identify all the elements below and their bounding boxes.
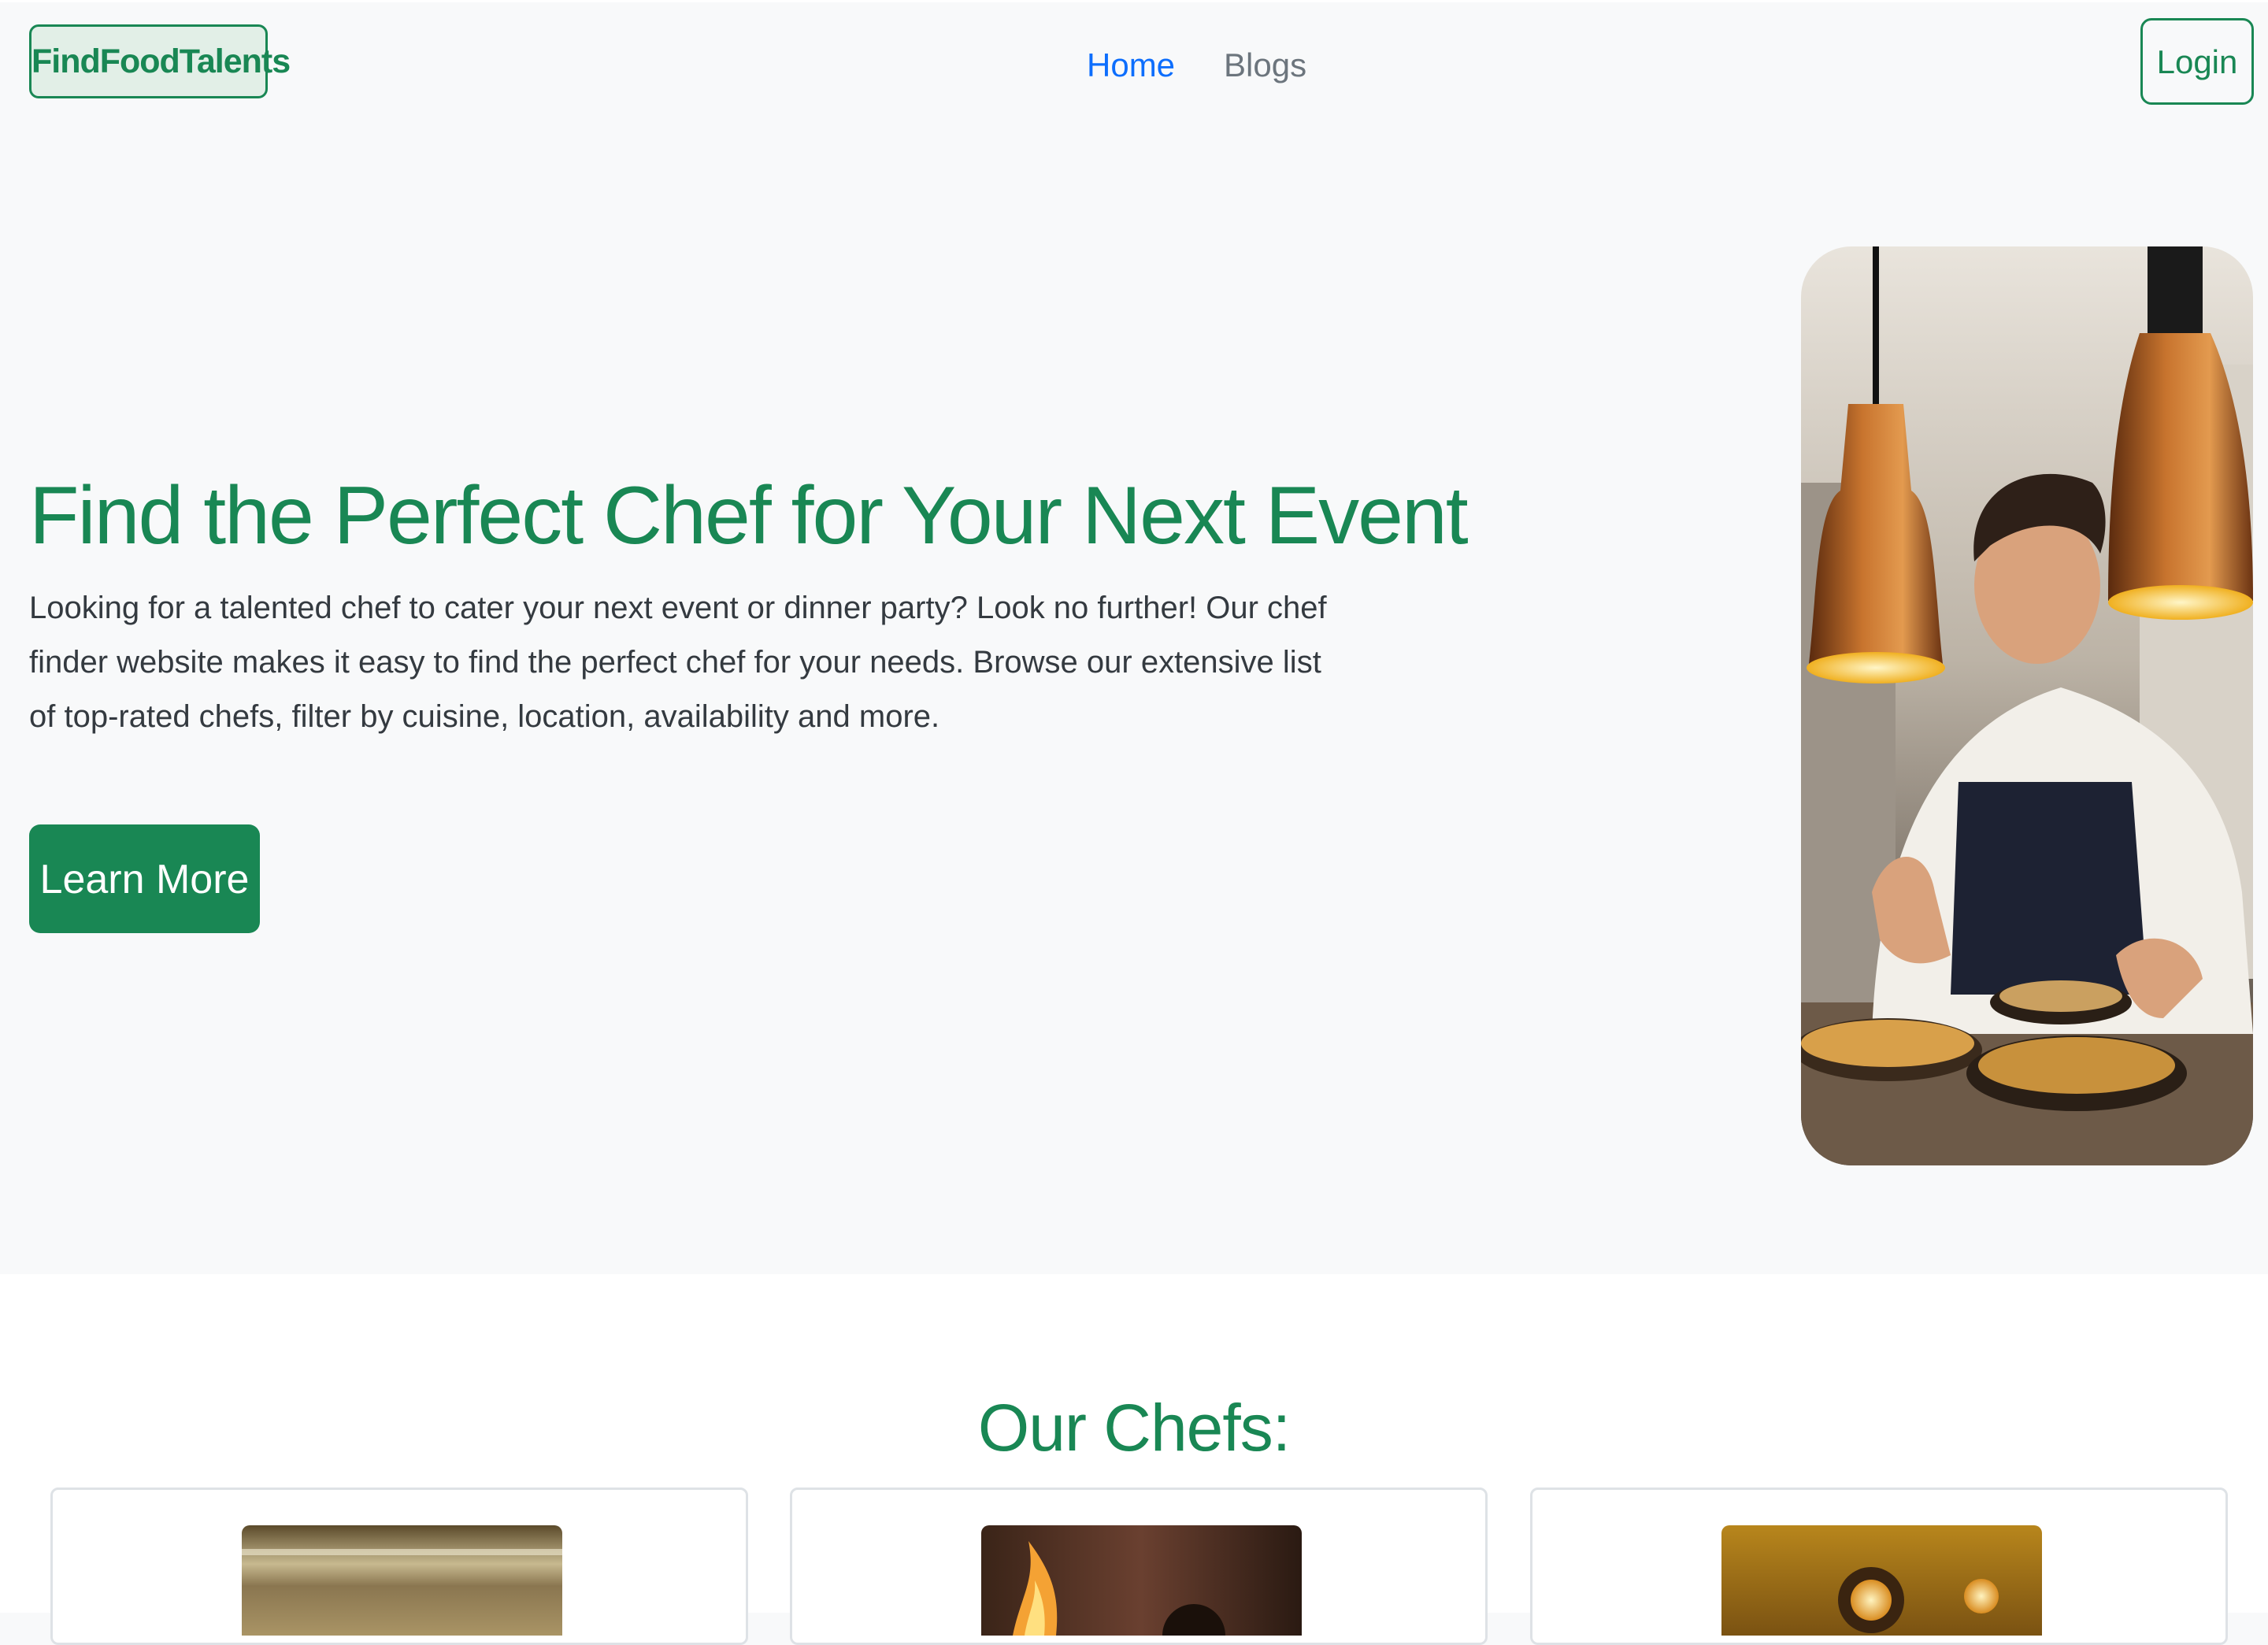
chef-card[interactable] (790, 1488, 1488, 1645)
chef-photo (1721, 1525, 2042, 1636)
chefs-title: Our Chefs: (977, 1391, 1291, 1465)
navbar: FindFoodTalents Home Blogs Login (0, 0, 2268, 128)
hero-section: Find the Perfect Chef for Your Next Even… (0, 126, 2268, 1274)
hero-description: Looking for a talented chef to cater you… (29, 591, 1327, 734)
chefs-section: Our Chefs: (0, 1274, 2268, 1645)
chef-card[interactable] (1530, 1488, 2228, 1645)
nav-links: Home Blogs (1087, 42, 1306, 89)
nav-link-home[interactable]: Home (1087, 42, 1175, 89)
hero-chef-photo (1801, 246, 2253, 1165)
chef-photo (981, 1525, 1302, 1636)
chef-card[interactable] (50, 1488, 748, 1645)
brand-logo[interactable]: FindFoodTalents (29, 24, 291, 98)
chef-photo (242, 1525, 562, 1636)
nav-link-blogs[interactable]: Blogs (1224, 42, 1306, 89)
hero-title: Find the Perfect Chef for Your Next Even… (29, 470, 1469, 561)
login-button[interactable]: Login (2140, 18, 2254, 105)
learn-more-button[interactable]: Learn More (29, 824, 260, 933)
